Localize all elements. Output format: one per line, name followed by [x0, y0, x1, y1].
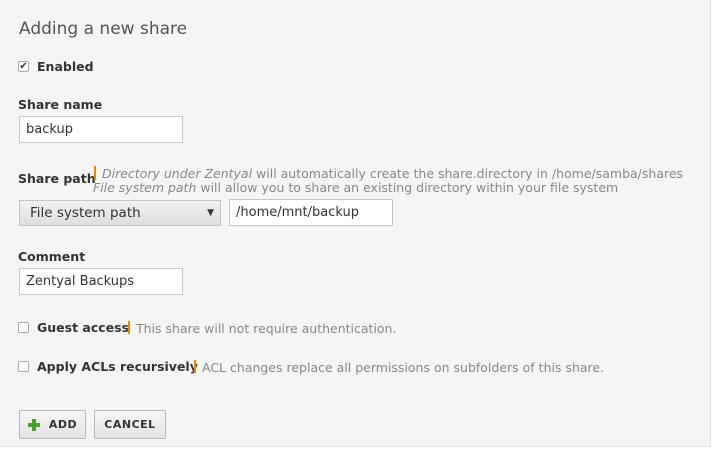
help-text-filesystem: will allow you to share an existing dire… [196, 180, 619, 195]
apply-acls-label: Apply ACLs recursively [37, 359, 198, 374]
guest-access-checkbox[interactable] [18, 322, 29, 333]
enabled-checkbox[interactable]: ✔ [18, 61, 29, 72]
share-path-label: Share path [18, 171, 96, 186]
help-separator [128, 321, 130, 334]
guest-access-help: This share will not require authenticati… [136, 321, 397, 336]
cancel-button[interactable]: CANCEL [94, 410, 166, 439]
share-path-help-line2: File system path will allow you to share… [93, 180, 618, 195]
apply-acls-checkbox[interactable] [18, 361, 29, 372]
comment-input[interactable]: Zentyal Backups [19, 268, 183, 295]
help-separator [194, 360, 196, 373]
help-em-directory: Directory under Zentyal [102, 166, 253, 181]
checkmark-icon: ✔ [19, 60, 28, 72]
help-separator [94, 166, 96, 180]
apply-acls-help: ACL changes replace all permissions on s… [202, 360, 605, 375]
cancel-button-label: CANCEL [104, 418, 156, 431]
share-path-type-select[interactable]: File system path ▼ [19, 200, 221, 226]
share-path-type-value: File system path [30, 205, 141, 221]
comment-label: Comment [18, 249, 86, 264]
enabled-label: Enabled [37, 59, 94, 74]
share-name-input[interactable]: backup [19, 116, 183, 143]
guest-access-label: Guest access [37, 320, 130, 335]
plus-icon [27, 418, 40, 431]
share-path-input[interactable]: /home/mnt/backup [229, 199, 393, 226]
new-share-form-panel: Adding a new share ✔ Enabled Share name … [0, 0, 711, 447]
add-button-label: ADD [48, 418, 78, 431]
form-title: Adding a new share [19, 19, 188, 39]
dropdown-arrow-icon: ▼ [207, 208, 214, 218]
help-text-directory: will automatically create the share.dire… [252, 166, 684, 181]
share-name-label: Share name [18, 97, 103, 112]
share-path-help-line1: Directory under Zentyal will automatical… [102, 166, 683, 181]
help-em-filesystem: File system path [93, 180, 197, 195]
add-button[interactable]: ADD [19, 410, 86, 439]
